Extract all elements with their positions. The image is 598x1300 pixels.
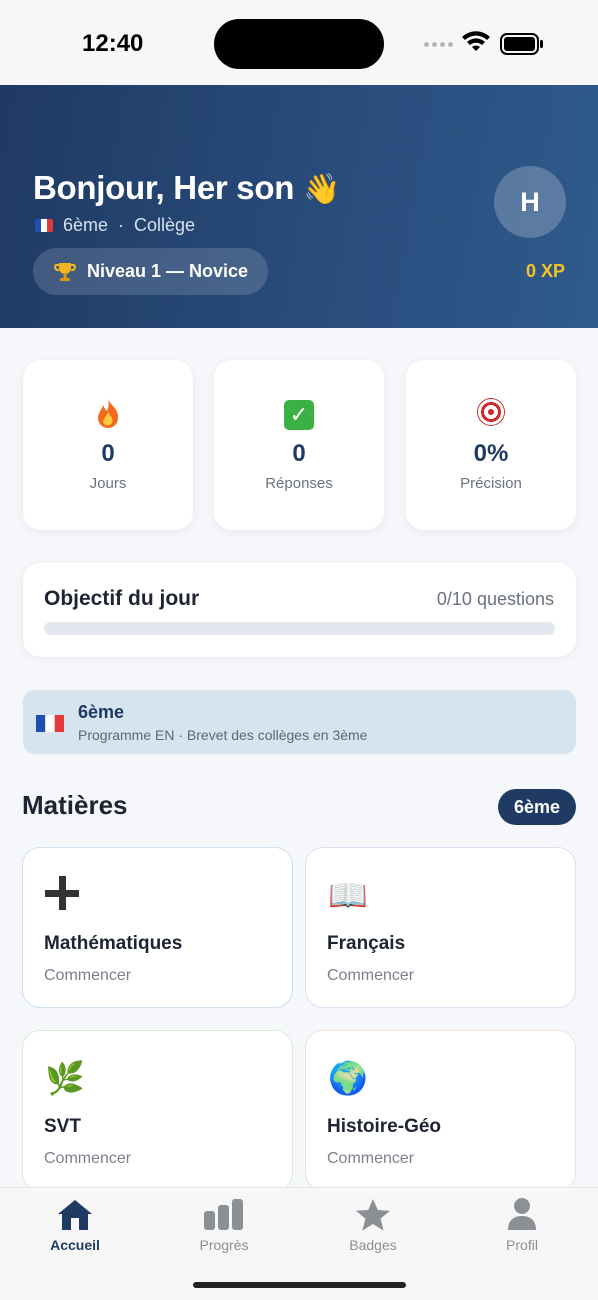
subject-name: Histoire-Géo	[327, 1116, 442, 1137]
stat-value: 0	[101, 440, 115, 467]
subjects-title: Matières	[22, 790, 128, 820]
goal-count: 0/10 questions	[436, 589, 554, 609]
subject-action: Commencer	[44, 1150, 132, 1167]
subject-name: Français	[327, 933, 406, 954]
stat-label: Réponses	[265, 475, 333, 492]
wifi-icon	[462, 31, 490, 51]
target-icon	[406, 398, 576, 433]
bar-chart-icon	[204, 1199, 243, 1230]
home-indicator[interactable]	[193, 1282, 406, 1288]
tab-profile[interactable]: Profil	[447, 1188, 597, 1268]
goal-title: Objectif du jour	[44, 587, 200, 610]
stat-card-precision: 0% Précision	[406, 360, 576, 530]
goal-progress-bar	[44, 622, 555, 635]
book-icon: 📖	[328, 877, 368, 913]
level-badge[interactable]: Niveau 1 — Novice	[33, 248, 269, 295]
signal-icon	[424, 42, 453, 47]
subject-card-history-geo[interactable]: 🌍 Histoire-Géo Commencer	[305, 1030, 576, 1191]
stat-card-answers: ✓ 0 Réponses	[214, 360, 384, 530]
plus-icon	[45, 876, 89, 920]
profile-header: Bonjour, Her son 👋 6ème · Collège Niveau…	[0, 85, 598, 328]
subject-card-svt[interactable]: 🌿 SVT Commencer	[22, 1030, 293, 1191]
grade-line: 6ème · Collège	[35, 215, 195, 236]
stat-value: 0%	[473, 440, 509, 467]
daily-goal-card[interactable]: Objectif du jour 0/10 questions	[23, 563, 576, 657]
france-flag-icon	[35, 219, 53, 232]
france-flag-icon	[36, 715, 64, 732]
subject-action: Commencer	[44, 967, 132, 984]
school-text: Collège	[134, 215, 196, 235]
greeting-text: Bonjour, Her son	[33, 169, 295, 206]
herb-icon: 🌿	[45, 1060, 85, 1096]
grade-badge[interactable]: 6ème	[498, 789, 576, 825]
greeting-title: Bonjour, Her son 👋	[33, 169, 340, 207]
dynamic-island	[214, 19, 384, 69]
tab-label: Badges	[349, 1237, 397, 1253]
xp-counter: 0 XP	[525, 261, 565, 281]
subject-name: SVT	[44, 1116, 81, 1137]
program-description: Programme EN · Brevet des collèges en 3è…	[78, 727, 368, 743]
subject-action: Commencer	[327, 967, 415, 984]
check-icon: ✓	[214, 398, 384, 430]
subject-action: Commencer	[327, 1150, 415, 1167]
tab-badges[interactable]: Badges	[298, 1188, 448, 1268]
battery-icon	[500, 33, 543, 55]
tab-label: Progrès	[199, 1237, 249, 1253]
wave-icon: 👋	[302, 173, 340, 206]
status-time: 12:40	[82, 30, 144, 57]
person-icon	[508, 1198, 536, 1230]
status-bar: 12:40	[0, 0, 598, 85]
stat-label: Précision	[460, 475, 522, 492]
globe-icon: 🌍	[328, 1060, 368, 1096]
level-label: Niveau 1 — Novice	[87, 261, 249, 281]
tab-label: Profil	[506, 1237, 538, 1253]
fire-icon	[23, 398, 193, 437]
subject-name: Mathématiques	[44, 933, 183, 954]
program-grade: 6ème	[78, 702, 125, 722]
grade-text: 6ème	[63, 215, 109, 235]
avatar[interactable]: H	[494, 166, 566, 238]
grade-separator: ·	[118, 215, 125, 235]
stat-value: 0	[292, 440, 306, 467]
program-banner[interactable]: 6ème Programme EN · Brevet des collèges …	[23, 690, 576, 754]
tab-home[interactable]: Accueil	[0, 1188, 150, 1268]
subject-card-french[interactable]: 📖 Français Commencer	[305, 847, 576, 1008]
stat-card-days: 0 Jours	[23, 360, 193, 530]
subject-card-math[interactable]: Mathématiques Commencer	[22, 847, 293, 1008]
stat-label: Jours	[89, 475, 127, 492]
trophy-icon	[54, 262, 76, 281]
home-icon	[58, 1200, 92, 1230]
star-icon	[356, 1199, 390, 1231]
tab-progress[interactable]: Progrès	[149, 1188, 299, 1268]
tab-label: Accueil	[50, 1237, 100, 1253]
